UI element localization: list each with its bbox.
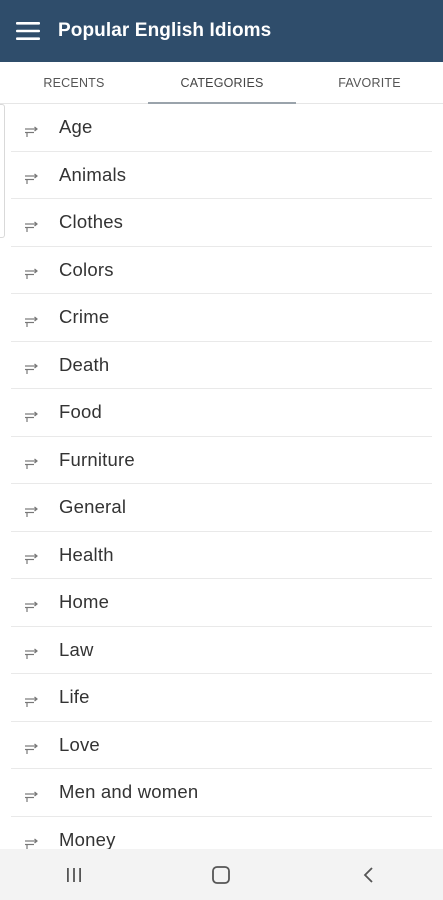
category-label: Law <box>59 638 94 660</box>
category-arrow-icon <box>25 648 38 660</box>
category-item[interactable]: Money <box>11 817 432 849</box>
category-list[interactable]: Age Animals Clothes Colors Crime Death Food Fur… <box>0 104 443 849</box>
category-arrow-icon <box>25 221 38 232</box>
category-label: General <box>59 496 127 518</box>
category-arrow-icon <box>25 696 38 707</box>
app-title: Popular English Idioms <box>58 20 272 41</box>
category-label: Health <box>59 543 114 565</box>
category-label: Money <box>59 828 116 849</box>
system-navigation-bar <box>0 849 443 900</box>
category-arrow-icon <box>25 173 38 185</box>
back-button[interactable] <box>329 849 409 900</box>
category-item[interactable]: Colors <box>11 247 432 294</box>
category-label: Men and women <box>59 781 199 803</box>
category-item[interactable]: Life <box>11 674 432 722</box>
hamburger-menu-icon <box>16 22 40 40</box>
category-item[interactable]: Animals <box>11 152 432 199</box>
category-arrow-icon <box>25 316 38 327</box>
category-item[interactable]: Furniture <box>11 437 432 484</box>
scroll-indicator <box>0 104 5 238</box>
home-icon <box>212 865 231 884</box>
category-arrow-icon <box>25 411 38 422</box>
tab-bar: RECENTS CATEGORIES FAVORITE <box>0 62 443 104</box>
tab-favorite[interactable]: FAVORITE <box>296 62 443 103</box>
category-label: Clothes <box>59 211 124 233</box>
category-label: Love <box>59 733 100 755</box>
category-item[interactable]: Death <box>11 342 432 389</box>
category-item[interactable]: Age <box>11 104 432 152</box>
category-label: Home <box>59 591 110 613</box>
category-item[interactable]: Clothes <box>11 199 432 247</box>
category-label: Death <box>59 353 110 375</box>
category-arrow-icon <box>25 363 38 375</box>
category-label: Animals <box>59 163 127 185</box>
app-screen: Popular English Idioms RECENTS CATEGORIE… <box>0 0 443 900</box>
category-item[interactable]: Health <box>11 532 432 579</box>
category-item[interactable]: Love <box>11 722 432 769</box>
category-label: Crime <box>59 306 110 328</box>
category-arrow-icon <box>25 553 38 565</box>
category-item[interactable]: Law <box>11 627 432 674</box>
category-arrow-icon <box>25 743 38 755</box>
category-item[interactable]: General <box>11 484 432 532</box>
home-button[interactable] <box>181 849 261 900</box>
back-icon <box>363 866 373 883</box>
category-label: Age <box>59 116 93 138</box>
category-item[interactable]: Men and women <box>11 769 432 817</box>
category-arrow-icon <box>25 268 38 280</box>
category-label: Life <box>59 686 90 708</box>
category-label: Colors <box>59 258 114 280</box>
recent-apps-icon <box>66 867 81 882</box>
category-arrow-icon <box>25 126 38 137</box>
category-arrow-icon <box>25 458 38 470</box>
category-arrow-icon <box>25 838 38 849</box>
category-item[interactable]: Food <box>11 389 432 437</box>
category-item[interactable]: Crime <box>11 294 432 342</box>
app-bar: Popular English Idioms <box>0 0 443 62</box>
tab-recents[interactable]: RECENTS <box>0 62 148 103</box>
category-arrow-icon <box>25 791 38 802</box>
recent-apps-button[interactable] <box>34 849 114 900</box>
tab-categories[interactable]: CATEGORIES <box>148 62 296 104</box>
menu-button[interactable] <box>0 0 56 62</box>
category-label: Food <box>59 401 102 423</box>
category-arrow-icon <box>25 601 38 612</box>
category-label: Furniture <box>59 448 135 470</box>
category-item[interactable]: Home <box>11 579 432 627</box>
category-arrow-icon <box>25 506 38 517</box>
